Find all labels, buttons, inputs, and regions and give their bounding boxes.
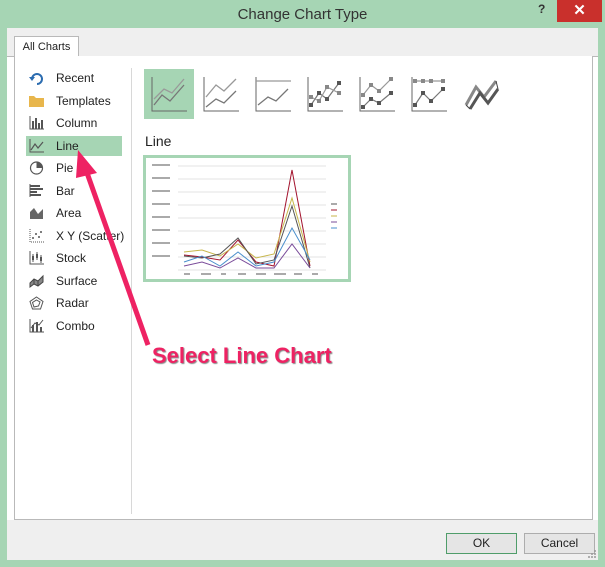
- ok-button[interactable]: OK: [446, 533, 517, 554]
- resize-grip-icon[interactable]: [588, 550, 597, 559]
- annotation-label: Select Line Chart: [152, 343, 332, 368]
- annotation-arrow: [76, 150, 151, 346]
- cancel-button[interactable]: Cancel: [524, 533, 595, 554]
